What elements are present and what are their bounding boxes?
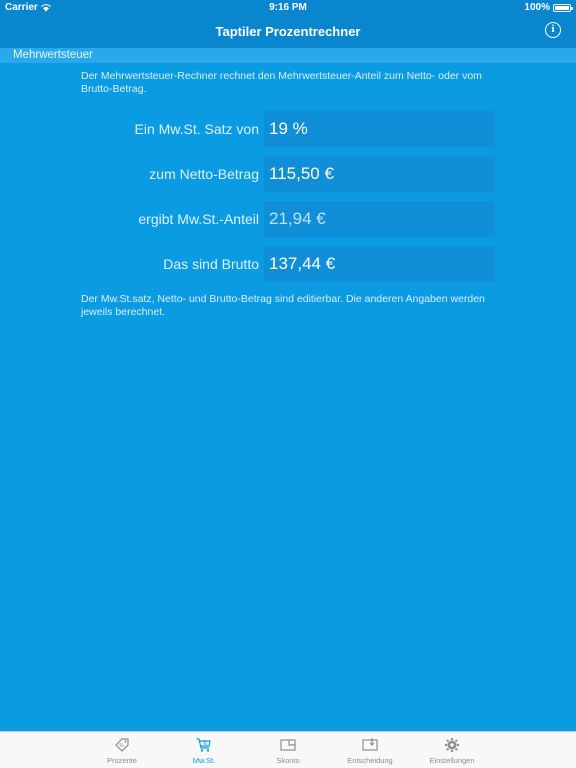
tab-label: Prozente bbox=[106, 756, 138, 765]
tab-label: Einstellungen bbox=[429, 756, 475, 765]
tab-einstellungen[interactable]: Einstellungen bbox=[412, 732, 492, 768]
intro-text: Der Mehrwertsteuer-Rechner rechnet den M… bbox=[81, 70, 482, 95]
svg-text:%: % bbox=[119, 743, 124, 749]
battery-icon bbox=[553, 3, 573, 12]
tab-prozente[interactable]: % Prozente bbox=[82, 732, 162, 768]
tab-label: Mw.St. bbox=[192, 756, 216, 765]
vat-share-value: 21,94 € bbox=[264, 201, 495, 237]
vat-share-row: ergibt Mw.St.-Anteil 21,94 € bbox=[0, 201, 576, 237]
net-amount-field[interactable]: 115,50 € bbox=[264, 156, 495, 192]
decision-icon bbox=[362, 738, 378, 751]
gross-amount-row: Das sind Brutto 137,44 € bbox=[0, 246, 576, 282]
status-time: 9:16 PM bbox=[269, 2, 307, 13]
tab-bar: % Prozente % Mw.St. Skonto Entscheidung … bbox=[0, 731, 576, 768]
status-bar: Carrier 9:16 PM 100% bbox=[0, 0, 576, 15]
gross-amount-field[interactable]: 137,44 € bbox=[264, 246, 495, 282]
net-amount-row: zum Netto-Betrag 115,50 € bbox=[0, 156, 576, 192]
vat-rate-label: Ein Mw.St. Satz von bbox=[134, 121, 260, 137]
section-header: Mehrwertsteuer bbox=[0, 48, 576, 63]
tab-label: Entscheidung bbox=[347, 756, 393, 765]
svg-text:%: % bbox=[203, 741, 208, 747]
navigation-bar: Taptiler Prozentrechner i bbox=[0, 15, 576, 48]
cart-percent-icon: % bbox=[196, 738, 211, 752]
vat-share-label: ergibt Mw.St.-Anteil bbox=[138, 211, 259, 227]
skonto-icon bbox=[280, 739, 296, 751]
tab-mwst[interactable]: % Mw.St. bbox=[164, 732, 244, 768]
battery-fill bbox=[555, 5, 569, 10]
tab-entscheidung[interactable]: Entscheidung bbox=[330, 732, 410, 768]
tab-label: Skonto bbox=[276, 756, 300, 765]
tab-skonto[interactable]: Skonto bbox=[248, 732, 328, 768]
gross-amount-label: Das sind Brutto bbox=[163, 256, 259, 272]
info-button[interactable]: i bbox=[545, 22, 561, 38]
vat-rate-field[interactable]: 19 % bbox=[264, 111, 495, 147]
vat-rate-row: Ein Mw.St. Satz von 19 % bbox=[0, 111, 576, 147]
net-amount-label: zum Netto-Betrag bbox=[149, 166, 259, 182]
percent-tag-icon: % bbox=[115, 738, 129, 752]
info-icon: i bbox=[551, 23, 555, 35]
battery-indicator: 100% bbox=[524, 0, 573, 15]
note-text: Der Mw.St.satz, Netto- und Brutto-Betrag… bbox=[81, 293, 485, 318]
gear-icon bbox=[445, 738, 459, 752]
battery-percent: 100% bbox=[524, 2, 550, 13]
page-title: Taptiler Prozentrechner bbox=[215, 24, 361, 39]
